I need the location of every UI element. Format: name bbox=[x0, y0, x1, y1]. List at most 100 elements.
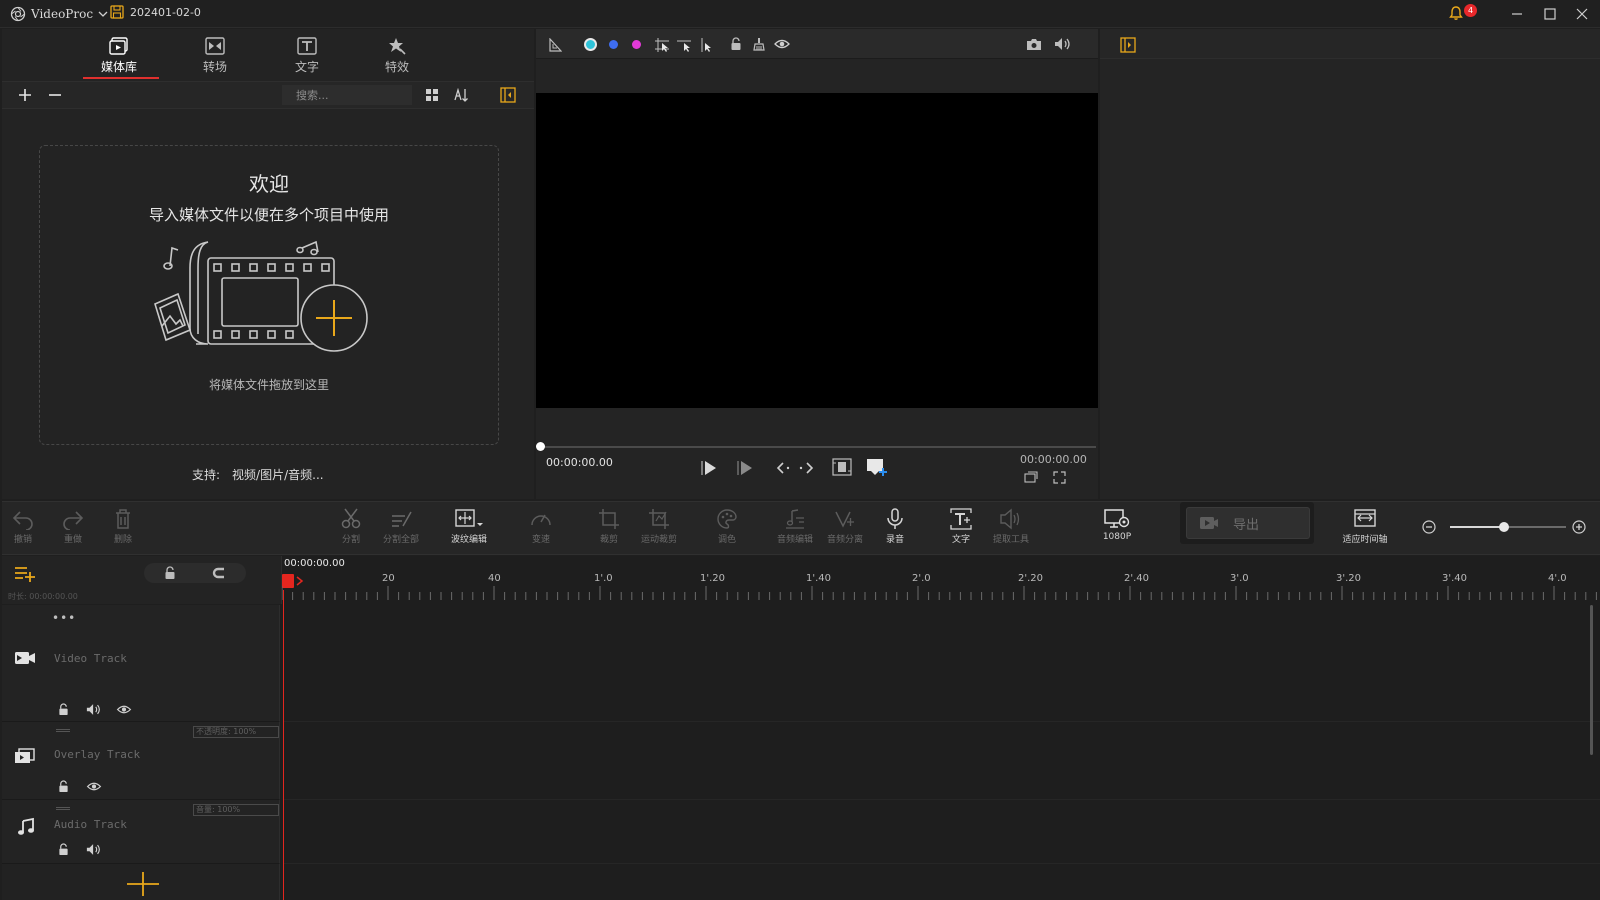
add-media-icon[interactable] bbox=[18, 88, 32, 102]
notification-bell-icon[interactable] bbox=[1448, 5, 1464, 21]
track-visibility-icon[interactable] bbox=[86, 781, 102, 792]
ruler-guide-icon[interactable] bbox=[548, 38, 562, 52]
edit-toolbar: 撤销 重做 删除 分割 分割全部 波纹编辑 变速 裁剪 运动裁剪 调色 音频编辑 bbox=[2, 501, 1600, 555]
video-track-lane[interactable] bbox=[284, 605, 1600, 722]
volume-icon[interactable] bbox=[1054, 37, 1072, 51]
zoom-in-icon[interactable] bbox=[1572, 520, 1586, 534]
remove-media-icon[interactable] bbox=[48, 88, 62, 102]
play-icon[interactable] bbox=[700, 459, 718, 477]
extract-tool-button[interactable]: 提取工具 bbox=[984, 508, 1038, 545]
audio-track-header[interactable]: 音量: 100% Audio Track bbox=[2, 800, 280, 864]
undo-icon bbox=[11, 508, 35, 530]
project-name-area[interactable]: 202401-02-0 bbox=[110, 5, 201, 19]
ripple-edit-button[interactable]: 波纹编辑 bbox=[442, 508, 496, 545]
color-tag-cyan[interactable] bbox=[584, 38, 597, 51]
lock-icon[interactable] bbox=[730, 37, 742, 51]
tab-label: 文字 bbox=[294, 60, 319, 74]
text-icon bbox=[297, 37, 317, 55]
track-lock-icon[interactable] bbox=[164, 566, 176, 580]
track-visibility-icon[interactable] bbox=[116, 704, 132, 715]
audio-edit-button[interactable]: 音频编辑 bbox=[768, 508, 822, 545]
media-library-icon bbox=[109, 37, 129, 55]
mark-out-icon[interactable] bbox=[798, 461, 814, 475]
fullscreen-icon[interactable] bbox=[1053, 471, 1066, 484]
delete-button[interactable]: 删除 bbox=[96, 508, 150, 545]
minimize-button[interactable] bbox=[1505, 3, 1529, 25]
select-forward-icon[interactable] bbox=[676, 37, 692, 53]
timeline-toggles bbox=[144, 563, 246, 583]
preview-screen[interactable] bbox=[536, 93, 1098, 408]
zoom-out-icon[interactable] bbox=[1422, 520, 1436, 534]
tab-text[interactable]: 文字 bbox=[272, 37, 342, 75]
music-note-icon bbox=[16, 817, 36, 837]
scrubber-handle[interactable] bbox=[536, 442, 545, 451]
add-to-timeline-icon[interactable] bbox=[866, 457, 888, 477]
grid-view-icon[interactable] bbox=[426, 89, 438, 101]
track-lock-icon[interactable] bbox=[58, 843, 69, 856]
app-menu[interactable]: VideoProc bbox=[10, 6, 108, 22]
eye-icon[interactable] bbox=[774, 38, 790, 50]
audio-split-button[interactable]: 音频分离 bbox=[818, 508, 872, 545]
supported-formats: 支持: 视频/图片/音频... bbox=[192, 466, 324, 483]
volume-field[interactable]: 音量: 100% bbox=[193, 804, 279, 816]
add-track-plus-icon[interactable] bbox=[126, 870, 160, 896]
current-time: 00:00:00.00 bbox=[546, 456, 613, 469]
maximize-button[interactable] bbox=[1538, 3, 1562, 25]
detach-preview-icon[interactable] bbox=[1024, 471, 1038, 483]
split-button[interactable]: 分割 bbox=[324, 508, 378, 545]
fit-timeline-button[interactable]: 适应时间轴 bbox=[1330, 508, 1400, 545]
export-button[interactable]: 导出 bbox=[1186, 507, 1310, 539]
tab-effects[interactable]: 特效 bbox=[362, 37, 432, 75]
sort-icon[interactable] bbox=[453, 88, 469, 102]
timeline-ruler[interactable]: 00:00:00.00 20 40 1'.0 1'.20 1'.40 2'.0 … bbox=[282, 556, 1600, 604]
select-all-icon[interactable] bbox=[654, 37, 670, 53]
snapshot-camera-icon[interactable] bbox=[1026, 38, 1042, 51]
motion-crop-button[interactable]: 运动裁剪 bbox=[632, 508, 686, 545]
clean-brush-icon[interactable] bbox=[752, 37, 766, 51]
track-lock-icon[interactable] bbox=[58, 703, 69, 716]
opacity-field[interactable]: 不透明度: 100% bbox=[193, 726, 279, 738]
color-tag-blue[interactable] bbox=[609, 40, 618, 49]
undo-button[interactable]: 撤销 bbox=[0, 508, 50, 545]
track-volume-icon[interactable] bbox=[86, 843, 102, 856]
tab-media-library[interactable]: 媒体库 bbox=[84, 37, 154, 75]
more-options-icon[interactable]: ••• bbox=[52, 611, 76, 625]
zoom-slider-handle[interactable] bbox=[1499, 522, 1509, 532]
overlay-track-lane[interactable] bbox=[284, 722, 1600, 800]
close-button[interactable] bbox=[1570, 3, 1594, 25]
timeline-vertical-scrollbar[interactable] bbox=[1590, 605, 1593, 755]
split-all-icon bbox=[389, 508, 413, 530]
video-track-header[interactable]: ••• Video Track bbox=[2, 605, 280, 722]
select-track-icon[interactable] bbox=[698, 37, 714, 53]
tab-transition[interactable]: 转场 bbox=[180, 37, 250, 75]
panel-collapse-icon[interactable] bbox=[500, 87, 516, 103]
add-track-menu-icon[interactable] bbox=[14, 566, 36, 582]
color-grade-button[interactable]: 调色 bbox=[700, 508, 754, 545]
track-lock-icon[interactable] bbox=[58, 780, 69, 793]
record-button[interactable]: 录音 bbox=[868, 508, 922, 545]
magnet-snap-icon[interactable] bbox=[212, 566, 226, 580]
drag-handle-icon[interactable] bbox=[56, 729, 70, 732]
next-frame-icon[interactable] bbox=[736, 459, 754, 477]
track-volume-icon[interactable] bbox=[86, 703, 102, 716]
crop-button[interactable]: 裁剪 bbox=[582, 508, 636, 545]
preview-scrubber[interactable] bbox=[540, 446, 1096, 448]
panel-expand-icon[interactable] bbox=[1120, 37, 1136, 53]
redo-button[interactable]: 重做 bbox=[46, 508, 100, 545]
split-all-button[interactable]: 分割全部 bbox=[374, 508, 428, 545]
save-icon[interactable] bbox=[110, 5, 124, 19]
drag-handle-icon[interactable] bbox=[56, 807, 70, 810]
scissors-icon bbox=[339, 508, 363, 530]
preview-panel: 00:00:00.00 00:00:00.00 bbox=[536, 29, 1098, 499]
add-text-button[interactable]: 文字 bbox=[934, 508, 988, 545]
fit-frame-icon[interactable] bbox=[832, 458, 852, 476]
resolution-settings-button[interactable]: 1080P bbox=[1090, 508, 1144, 542]
overlay-track-header[interactable]: 不透明度: 100% Overlay Track bbox=[2, 722, 280, 800]
color-tag-magenta[interactable] bbox=[632, 40, 641, 49]
speed-button[interactable]: 变速 bbox=[514, 508, 568, 545]
audio-track-lane[interactable] bbox=[284, 800, 1600, 864]
media-drop-zone[interactable]: 欢迎 导入媒体文件以便在多个项目中使用 将媒体文件拖放到这里 bbox=[39, 145, 499, 445]
media-search-input[interactable] bbox=[282, 85, 412, 105]
overlay-image-icon bbox=[14, 748, 36, 764]
mark-in-icon[interactable] bbox=[776, 461, 792, 475]
